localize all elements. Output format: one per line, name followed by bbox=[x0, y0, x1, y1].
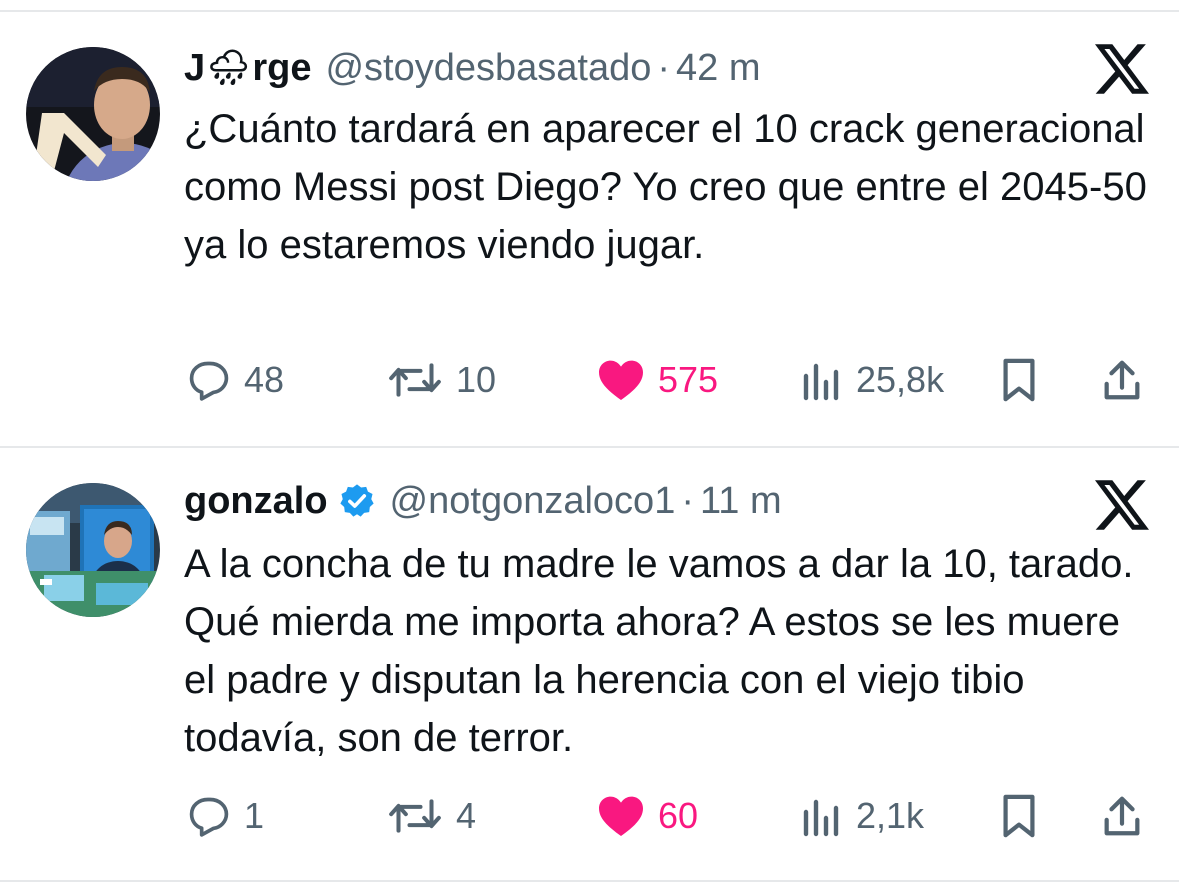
reply-count: 1 bbox=[244, 795, 265, 836]
retweet-button[interactable]: 4 bbox=[386, 791, 476, 841]
display-name[interactable]: gonzalo bbox=[184, 480, 328, 523]
avatar-gonzalo[interactable] bbox=[26, 483, 160, 617]
verified-badge-icon bbox=[339, 484, 374, 517]
user-handle[interactable]: @notgonzaloco1 bbox=[390, 480, 676, 523]
like-count: 575 bbox=[658, 359, 719, 400]
heart-icon bbox=[599, 796, 643, 836]
name-emoji: 🌧 bbox=[207, 49, 251, 87]
retweet-arrows-icon bbox=[389, 363, 441, 397]
speech-bubble-icon bbox=[189, 361, 229, 401]
x-logo-icon[interactable] bbox=[1095, 480, 1149, 530]
like-button[interactable]: 60 bbox=[596, 791, 698, 841]
retweet-count: 10 bbox=[456, 359, 497, 400]
avatar-jorge[interactable] bbox=[26, 47, 160, 181]
bookmark-button[interactable] bbox=[998, 355, 1040, 405]
bookmark-icon bbox=[1003, 794, 1035, 838]
reply-button[interactable]: 48 bbox=[186, 355, 284, 405]
like-count: 60 bbox=[658, 795, 699, 836]
views-button[interactable]: 25,8k bbox=[800, 355, 944, 405]
separator-dot: · bbox=[681, 479, 694, 522]
tweet-2[interactable]: gonzalo @notgonzaloco1 · 11 m A la conch… bbox=[0, 448, 1179, 880]
views-count: 25,8k bbox=[856, 359, 945, 400]
bar-chart-icon bbox=[803, 799, 839, 837]
reply-count: 48 bbox=[244, 359, 285, 400]
tweet-1[interactable]: J 🌧 rge @stoydesbasatado · 42 m ¿Cuánto … bbox=[0, 0, 1179, 446]
tweet-actions: 48 10 575 25,8k bbox=[186, 355, 1156, 405]
tweet-actions: 1 4 60 2,1k bbox=[186, 791, 1156, 841]
bar-chart-icon bbox=[803, 363, 839, 401]
x-logo-icon[interactable] bbox=[1095, 44, 1149, 94]
share-upload-icon bbox=[1104, 360, 1140, 400]
share-button[interactable] bbox=[1100, 355, 1144, 405]
speech-bubble-icon bbox=[189, 797, 229, 837]
heart-icon bbox=[599, 360, 643, 400]
tweet-header: J 🌧 rge @stoydesbasatado · 42 m bbox=[184, 44, 761, 92]
bookmark-button[interactable] bbox=[998, 791, 1040, 841]
tweet-text: ¿Cuánto tardará en aparecer el 10 crack … bbox=[184, 107, 1147, 267]
views-button[interactable]: 2,1k bbox=[800, 791, 924, 841]
display-name-part: rge bbox=[252, 46, 312, 89]
timestamp[interactable]: 11 m bbox=[700, 480, 782, 523]
bookmark-icon bbox=[1003, 358, 1035, 402]
separator-dot: · bbox=[657, 46, 671, 89]
tweet-text: A la concha de tu madre le vamos a dar l… bbox=[184, 542, 1134, 760]
timestamp[interactable]: 42 m bbox=[676, 47, 760, 90]
views-count: 2,1k bbox=[856, 795, 925, 836]
share-upload-icon bbox=[1104, 796, 1140, 836]
user-handle[interactable]: @stoydesbasatado bbox=[325, 47, 651, 90]
retweet-button[interactable]: 10 bbox=[386, 355, 496, 405]
share-button[interactable] bbox=[1100, 791, 1144, 841]
bottom-divider bbox=[0, 880, 1179, 882]
reply-button[interactable]: 1 bbox=[186, 791, 264, 841]
retweet-arrows-icon bbox=[389, 799, 441, 833]
display-name-part: J bbox=[184, 46, 206, 89]
like-button[interactable]: 575 bbox=[596, 355, 718, 405]
tweet-header: gonzalo @notgonzaloco1 · 11 m bbox=[184, 477, 782, 525]
display-name[interactable]: J 🌧 rge bbox=[184, 47, 311, 90]
retweet-count: 4 bbox=[456, 795, 477, 836]
